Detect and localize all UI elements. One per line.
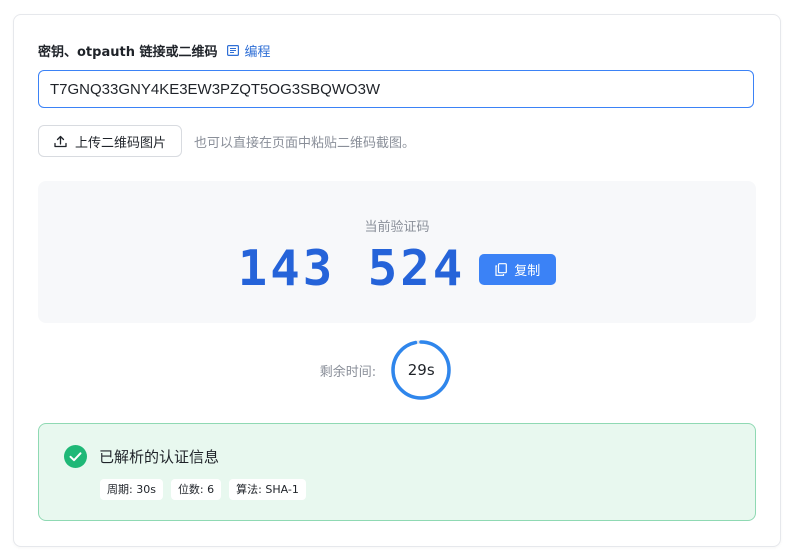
algorithm-tag: 算法: SHA-1	[229, 479, 306, 500]
code-row: 143 524 复制	[38, 243, 756, 295]
upload-button-label: 上传二维码图片	[75, 135, 167, 151]
code-caption: 当前验证码	[364, 220, 430, 235]
copy-button[interactable]: 复制	[479, 253, 557, 285]
digits-tag: 位数: 6	[170, 479, 222, 500]
period-tag: 周期: 30s	[100, 479, 163, 500]
info-tags: 周期: 30s 位数: 6 算法: SHA-1	[100, 479, 314, 500]
secret-field-label: 密钥、otpauth 链接或二维码 编程	[38, 41, 271, 60]
timer-row: 剩余时间: 29s	[14, 339, 780, 401]
copy-button-label: 复制	[514, 263, 541, 279]
upload-icon	[54, 135, 67, 147]
copy-icon	[495, 262, 508, 276]
secret-input[interactable]	[38, 70, 754, 108]
timer-seconds: 29s	[407, 361, 435, 379]
paste-hint: 也可以直接在页面中粘贴二维码截图。	[194, 135, 416, 151]
otp-code: 143 524	[237, 240, 466, 297]
check-circle-icon	[64, 445, 87, 468]
upload-qr-button[interactable]: 上传二维码图片	[38, 125, 183, 157]
info-title-row: 已解析的认证信息	[64, 445, 219, 468]
parsed-info-panel: 已解析的认证信息 周期: 30s 位数: 6 算法: SHA-1	[38, 423, 756, 521]
info-title: 已解析的认证信息	[99, 448, 220, 466]
timer-label: 剩余时间:	[319, 364, 377, 380]
help-link-text: 编程	[244, 45, 271, 60]
programming-help-link[interactable]: 编程	[227, 41, 271, 60]
authenticator-card: 密钥、otpauth 链接或二维码 编程 上传二维码图片 也可以直接在页面中粘贴…	[13, 14, 781, 547]
upload-row: 上传二维码图片 也可以直接在页面中粘贴二维码截图。	[38, 125, 415, 157]
secret-label-text: 密钥、otpauth 链接或二维码	[38, 45, 218, 60]
book-icon	[227, 45, 240, 56]
countdown-timer: 29s	[390, 339, 452, 401]
code-panel: 当前验证码 143 524 复制	[38, 181, 756, 323]
